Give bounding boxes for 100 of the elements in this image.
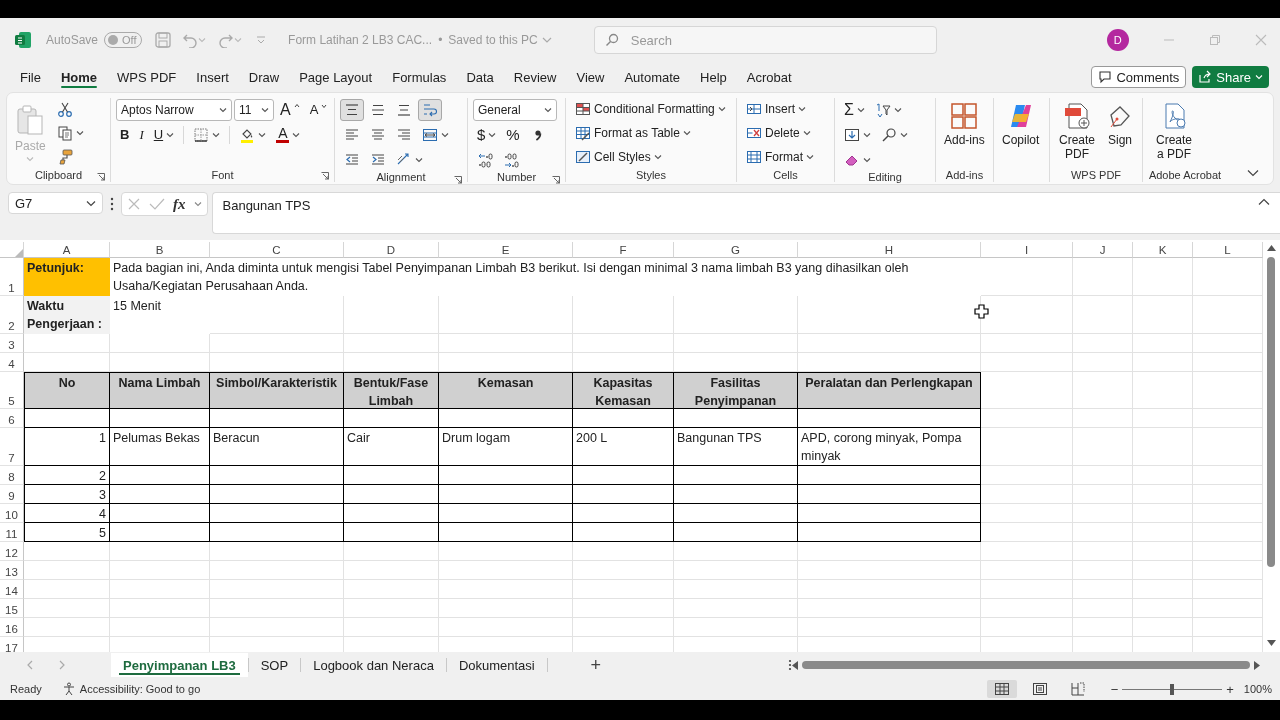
font-name-dropdown[interactable]: Aptos Narrow xyxy=(116,98,232,121)
row-number[interactable]: 12 xyxy=(0,542,24,561)
group-label: Number xyxy=(496,171,537,183)
font-size-dropdown[interactable]: 11 xyxy=(234,98,274,121)
currency-button[interactable]: $ xyxy=(473,123,501,146)
group-label: Editing xyxy=(868,171,902,183)
table-cell: Drum logam xyxy=(439,428,573,466)
bold-button[interactable]: B xyxy=(116,123,134,146)
column-letter[interactable]: J xyxy=(1073,242,1133,258)
table-header: Simbol/Karakteristik xyxy=(210,372,344,409)
menu-tab[interactable]: Insert xyxy=(186,62,239,92)
menu-tab[interactable]: Page Layout xyxy=(289,62,383,92)
add-sheet-button[interactable]: + xyxy=(583,654,608,676)
format-button[interactable]: Format xyxy=(742,146,818,168)
copilot-button[interactable]: Copilot xyxy=(999,98,1043,147)
underline-button[interactable]: U xyxy=(149,123,179,146)
table-header: Kapasitas Kemasan xyxy=(573,372,674,409)
column-letter[interactable]: L xyxy=(1193,242,1263,258)
insert-button[interactable]: Insert xyxy=(742,98,818,120)
column-letter[interactable]: B xyxy=(110,242,210,258)
row-number[interactable]: 13 xyxy=(0,561,24,580)
group-label: Font xyxy=(211,168,234,181)
instruction-text: 15 Menit xyxy=(110,296,210,334)
table-cell: 200 L xyxy=(573,428,674,466)
column-letter[interactable]: K xyxy=(1133,242,1193,258)
menu-tab[interactable]: Acrobat xyxy=(736,62,802,92)
column-letter[interactable]: C xyxy=(210,242,344,258)
sheet-tab[interactable]: SOP xyxy=(248,653,301,677)
sign-button[interactable]: Sign xyxy=(1103,98,1137,147)
menu-tab[interactable]: Data xyxy=(456,62,504,92)
share-button[interactable]: Share xyxy=(1192,66,1269,88)
number-format-dropdown[interactable]: General xyxy=(473,98,557,121)
menu-tab[interactable]: WPS PDF xyxy=(107,62,187,92)
name-box[interactable]: G7 xyxy=(8,192,103,214)
group-label: Styles xyxy=(636,169,666,181)
row-number[interactable]: 15 xyxy=(0,599,24,618)
autosave-label: AutoSave xyxy=(46,33,99,47)
column-letter[interactable]: I xyxy=(981,242,1073,258)
table-cell: Pelumas Bekas xyxy=(110,428,210,466)
table-cell: APD, corong minyak, Pompa minyak xyxy=(798,428,981,466)
account-avatar[interactable]: D xyxy=(1106,29,1129,51)
search-field[interactable]: Search xyxy=(593,26,937,54)
sheet-tab[interactable]: Penyimpanan LB3 xyxy=(111,653,248,677)
table-header: Fasilitas Penyimpanan xyxy=(674,372,798,409)
group-label: Adobe Acrobat xyxy=(1148,168,1222,181)
column-letter[interactable]: G xyxy=(674,242,798,258)
sheet-tab[interactable]: Logbook dan Neraca xyxy=(301,653,446,677)
column-letter[interactable]: H xyxy=(798,242,981,258)
conditional-formatting-button[interactable]: Conditional Formatting xyxy=(571,98,730,120)
table-header: No xyxy=(24,372,110,409)
italic-button[interactable]: I xyxy=(135,123,148,146)
create-pdf-button[interactable]: Create PDF xyxy=(1055,98,1099,161)
formula-field[interactable]: Bangunan TPS xyxy=(211,192,1280,234)
row-number[interactable]: 14 xyxy=(0,580,24,599)
table-header: Bentuk/Fase Limbah xyxy=(344,372,439,409)
document-title: Form Latihan 2 LB3 CAC... xyxy=(288,33,433,47)
row-number[interactable]: 3 xyxy=(0,334,24,353)
group-label: Alignment xyxy=(376,171,426,183)
insert-function-button[interactable]: fx xyxy=(173,195,186,213)
table-cell: Beracun xyxy=(210,428,344,466)
group-label: Add-ins xyxy=(945,168,984,181)
zoom-out-button[interactable]: − xyxy=(1110,681,1119,697)
cell-styles-button[interactable]: Cell Styles xyxy=(571,146,730,168)
table-header: Kemasan xyxy=(439,372,573,409)
column-letter[interactable]: E xyxy=(439,242,573,258)
create-a-pdf-button[interactable]: Create a PDF xyxy=(1148,98,1200,161)
group-label: WPS PDF xyxy=(1070,168,1122,181)
menu-tab[interactable]: File xyxy=(10,62,51,92)
format-as-table-button[interactable]: Format as Table xyxy=(571,122,730,144)
accessibility-status[interactable]: Accessibility: Good to go xyxy=(79,683,201,695)
table-cell: Bangunan TPS xyxy=(674,428,798,466)
zoom-level[interactable]: 100% xyxy=(1243,683,1272,695)
add-ins-button[interactable]: Add-ins xyxy=(941,98,988,147)
zoom-in-button[interactable]: + xyxy=(1226,681,1234,697)
table-cell: 3 xyxy=(24,485,110,504)
delete-button[interactable]: Delete xyxy=(742,122,818,144)
font-color-button[interactable]: A xyxy=(272,123,305,146)
table-cell: Cair xyxy=(344,428,439,466)
menu-tab[interactable]: View xyxy=(566,62,615,92)
grow-font-button[interactable]: A xyxy=(276,98,304,121)
table-cell: 1 xyxy=(24,428,110,466)
sheet-tab[interactable]: Dokumentasi xyxy=(446,653,547,677)
row-number[interactable]: 4 xyxy=(0,353,24,372)
separator-dot: • xyxy=(438,33,443,47)
column-letter[interactable]: D xyxy=(344,242,439,258)
table-cell: 2 xyxy=(24,466,110,485)
menu-tab[interactable]: Automate xyxy=(614,62,691,92)
column-letter[interactable]: F xyxy=(573,242,674,258)
column-letter[interactable]: A xyxy=(24,242,110,258)
comments-button[interactable]: Comments xyxy=(1091,66,1187,88)
row-number[interactable]: 16 xyxy=(0,618,24,637)
autosum-button[interactable]: Σ xyxy=(840,98,869,121)
menu-tab[interactable]: Review xyxy=(503,62,567,92)
menu-tab[interactable]: Draw xyxy=(238,62,290,92)
table-header: Peralatan dan Perlengkapan xyxy=(798,372,981,409)
menu-tab[interactable]: Formulas xyxy=(382,62,457,92)
menu-tab[interactable]: Home xyxy=(50,62,108,92)
percent-button[interactable]: % xyxy=(502,123,524,146)
shrink-font-button[interactable]: A xyxy=(305,98,332,121)
menu-tab[interactable]: Help xyxy=(690,62,737,92)
